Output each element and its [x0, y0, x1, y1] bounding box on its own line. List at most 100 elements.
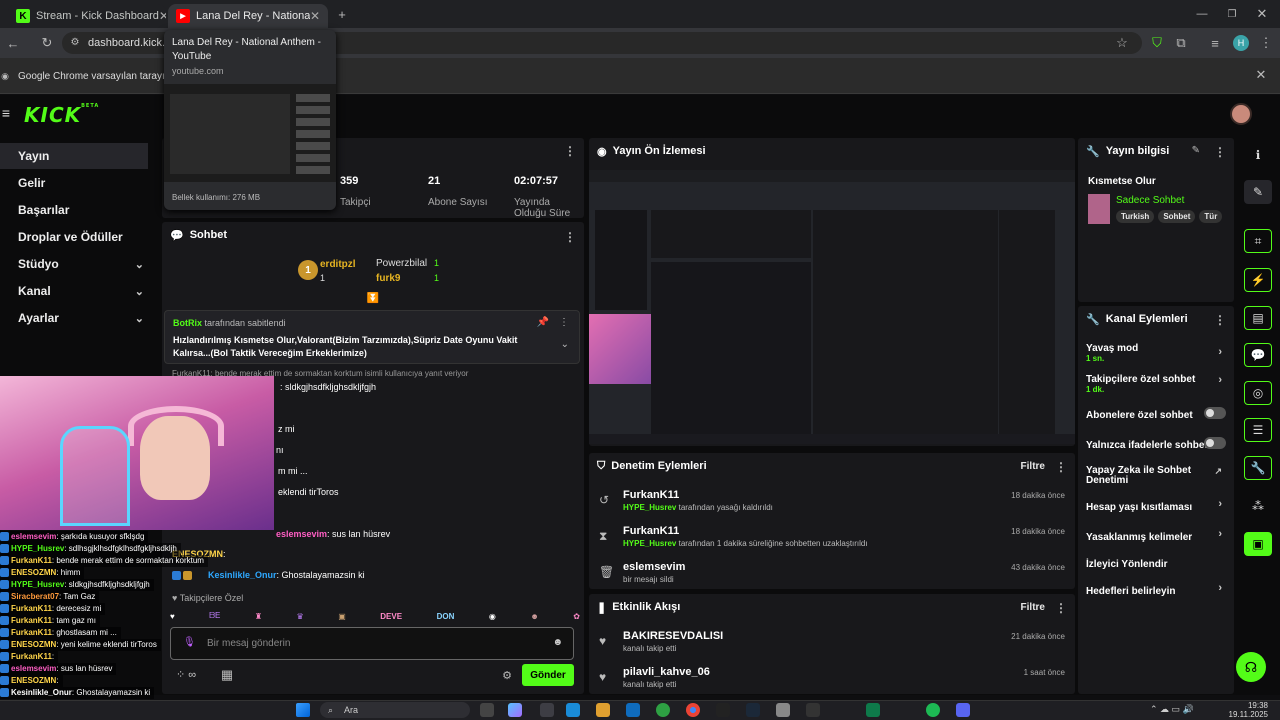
back-icon[interactable]: ← — [4, 34, 22, 52]
user-avatar[interactable] — [1230, 103, 1252, 125]
spotify-icon[interactable] — [926, 703, 940, 717]
whatsapp-icon[interactable] — [656, 703, 670, 717]
hamburger-menu-icon[interactable]: ≡ — [0, 105, 12, 121]
widgets-icon[interactable] — [540, 703, 554, 717]
windows-start-icon[interactable] — [296, 703, 310, 717]
lightning-icon[interactable]: ⚡ — [1244, 268, 1272, 292]
action-emotes-only[interactable]: Yalnızca ifadelerle sohbet — [1078, 430, 1234, 460]
share-icon[interactable]: ⁂ — [1244, 494, 1272, 518]
list-icon[interactable]: ☰ — [1244, 418, 1272, 442]
mod-by[interactable]: HYPE_Husrev — [623, 503, 676, 512]
chat-menu-icon[interactable]: ⋮ — [564, 230, 576, 244]
bookmark-star-icon[interactable]: ☆ — [1114, 35, 1130, 51]
nav-yayin[interactable]: Yayın — [0, 143, 148, 169]
app-icon[interactable]: ▣ — [1244, 532, 1272, 556]
action-goals[interactable]: Hedefleri belirleyin › — [1078, 576, 1234, 606]
action-ai-moderation[interactable]: Yapay Zeka ile Sohbet Denetimi ↗ — [1078, 460, 1234, 492]
support-headset-icon[interactable]: ☊ — [1236, 652, 1266, 682]
tools-icon[interactable]: 🔧 — [1244, 456, 1272, 480]
activity-filter-button[interactable]: Filtre — [1021, 602, 1045, 613]
channel-actions-menu-icon[interactable]: ⋮ — [1214, 313, 1226, 327]
close-infobar-icon[interactable]: ✕ — [1254, 67, 1268, 82]
mail-icon[interactable] — [626, 703, 640, 717]
extensions-icon[interactable]: ⧉ — [1174, 35, 1188, 51]
send-button[interactable]: Gönder — [522, 664, 574, 686]
maximize-icon[interactable]: ❐ — [1224, 6, 1240, 22]
menu-icon[interactable]: ⋮ — [1260, 35, 1273, 51]
emote-icon[interactable]: ◉ — [489, 612, 496, 621]
epic-games-icon[interactable] — [716, 703, 730, 717]
obs-icon[interactable] — [806, 703, 820, 717]
nav-droplar[interactable]: Droplar ve Ödüller — [0, 224, 158, 250]
tag[interactable]: Tür — [1199, 210, 1223, 223]
action-banned-words[interactable]: Yasaklanmış kelimeler › — [1078, 522, 1234, 552]
mod-menu-icon[interactable]: ⋮ — [1055, 460, 1067, 474]
mod-item-user[interactable]: FurkanK11 — [623, 489, 1075, 501]
tab-youtube[interactable]: ▶ Lana Del Rey - National Anthem ✕ — [168, 4, 328, 28]
chat-settings-icon[interactable]: ⚙ — [500, 668, 514, 682]
leader-name[interactable]: erditpzl — [320, 259, 356, 270]
tag[interactable]: Sohbet — [1158, 210, 1196, 223]
reload-icon[interactable]: ↻ — [38, 34, 56, 52]
action-slow-mode[interactable]: Yavaş mod 1 sn. › — [1078, 340, 1234, 366]
shield-extension-icon[interactable]: ⛉ — [1150, 35, 1164, 51]
new-tab-icon[interactable]: + — [334, 6, 350, 22]
minimize-icon[interactable]: — — [1194, 6, 1210, 22]
nav-ayarlar[interactable]: Ayarlar ⌄ — [0, 305, 158, 331]
leader-name[interactable]: furk9 — [376, 273, 400, 284]
taskbar-search[interactable]: ⌕ Ara — [320, 702, 470, 718]
emoji-picker-icon[interactable]: ☻ — [552, 637, 563, 648]
close-tab-icon[interactable]: ✕ — [310, 9, 320, 23]
chrome-taskbar-icon[interactable] — [686, 703, 700, 717]
stream-info-menu-icon[interactable]: ⋮ — [1214, 145, 1226, 159]
close-tab-icon[interactable]: ✕ — [159, 9, 166, 23]
info-icon[interactable]: ℹ — [1244, 143, 1272, 167]
action-subscribers-only[interactable]: Abonelere özel sohbet — [1078, 400, 1234, 430]
site-info-icon[interactable]: ⚙ — [68, 35, 82, 49]
close-window-icon[interactable]: ✕ — [1254, 6, 1270, 22]
media-icon[interactable]: ≡ — [1208, 35, 1222, 51]
activity-user[interactable]: pilavli_kahve_06 — [623, 666, 1075, 678]
chat-bubble-icon[interactable]: 💬 — [1244, 343, 1272, 367]
mod-filter-button[interactable]: Filtre — [1021, 461, 1045, 472]
clock[interactable]: 19:38 19.11.2025 — [1228, 701, 1268, 719]
emote-icon[interactable]: ✿ — [573, 612, 580, 621]
steam-icon[interactable] — [746, 703, 760, 717]
emotes-only-toggle[interactable] — [1204, 437, 1226, 449]
action-account-age[interactable]: Hesap yaşı kısıtlaması › — [1078, 492, 1234, 522]
action-followers-only[interactable]: Takipçilere özel sohbet 1 dk. › — [1078, 368, 1234, 400]
emote-deve[interactable]: DEVE — [380, 612, 402, 621]
stream-preview-video[interactable] — [589, 170, 1075, 444]
discord-icon[interactable] — [956, 703, 970, 717]
nav-basarilar[interactable]: Başarılar — [0, 197, 158, 223]
emote-icon[interactable]: ♛ — [297, 612, 304, 621]
task-view-icon[interactable] — [480, 703, 494, 717]
profile-avatar[interactable]: H — [1233, 35, 1249, 51]
kick-taskbar-icon[interactable] — [866, 703, 880, 717]
document-icon[interactable]: ▤ — [1244, 306, 1272, 330]
chat-user[interactable]: eslemsevim — [276, 529, 327, 539]
scroll-down-icon[interactable]: ⏬ — [366, 292, 380, 304]
expand-chevron-icon[interactable]: ⌄ — [561, 339, 569, 350]
edit-pencil-icon[interactable]: ✎ — [1192, 145, 1200, 156]
pin-icon[interactable]: 📌 — [537, 317, 549, 328]
mod-item-user[interactable]: eslemsevim — [623, 561, 1075, 573]
category-name[interactable]: Sadece Sohbet — [1116, 195, 1184, 206]
stats-menu-icon[interactable]: ⋮ — [564, 144, 576, 158]
edge-icon[interactable] — [566, 703, 580, 717]
copilot-icon[interactable] — [508, 703, 522, 717]
tag[interactable]: Turkish — [1116, 210, 1155, 223]
mod-item-user[interactable]: FurkanK11 — [623, 525, 1075, 537]
tray-icons[interactable]: ⌃ ☁ ▭ 🔊 — [1150, 704, 1194, 715]
pencil-icon[interactable]: ✎ — [1244, 180, 1272, 204]
emote-icon[interactable]: ▣ — [338, 612, 346, 621]
tab-kick-dashboard[interactable]: K Stream - Kick Dashboard ✕ — [8, 4, 166, 28]
activity-user[interactable]: BAKIRESEVDALISI — [623, 630, 1075, 642]
nav-studyo[interactable]: Stüdyo ⌄ — [0, 251, 158, 277]
pinned-menu-icon[interactable]: ⋮ — [559, 317, 569, 328]
camera-icon[interactable]: ⌗ — [1244, 229, 1272, 253]
app-icon[interactable] — [776, 703, 790, 717]
leader-name[interactable]: Powerzbilal — [376, 258, 427, 269]
emote-don[interactable]: DON — [437, 612, 455, 621]
activity-menu-icon[interactable]: ⋮ — [1055, 601, 1067, 615]
